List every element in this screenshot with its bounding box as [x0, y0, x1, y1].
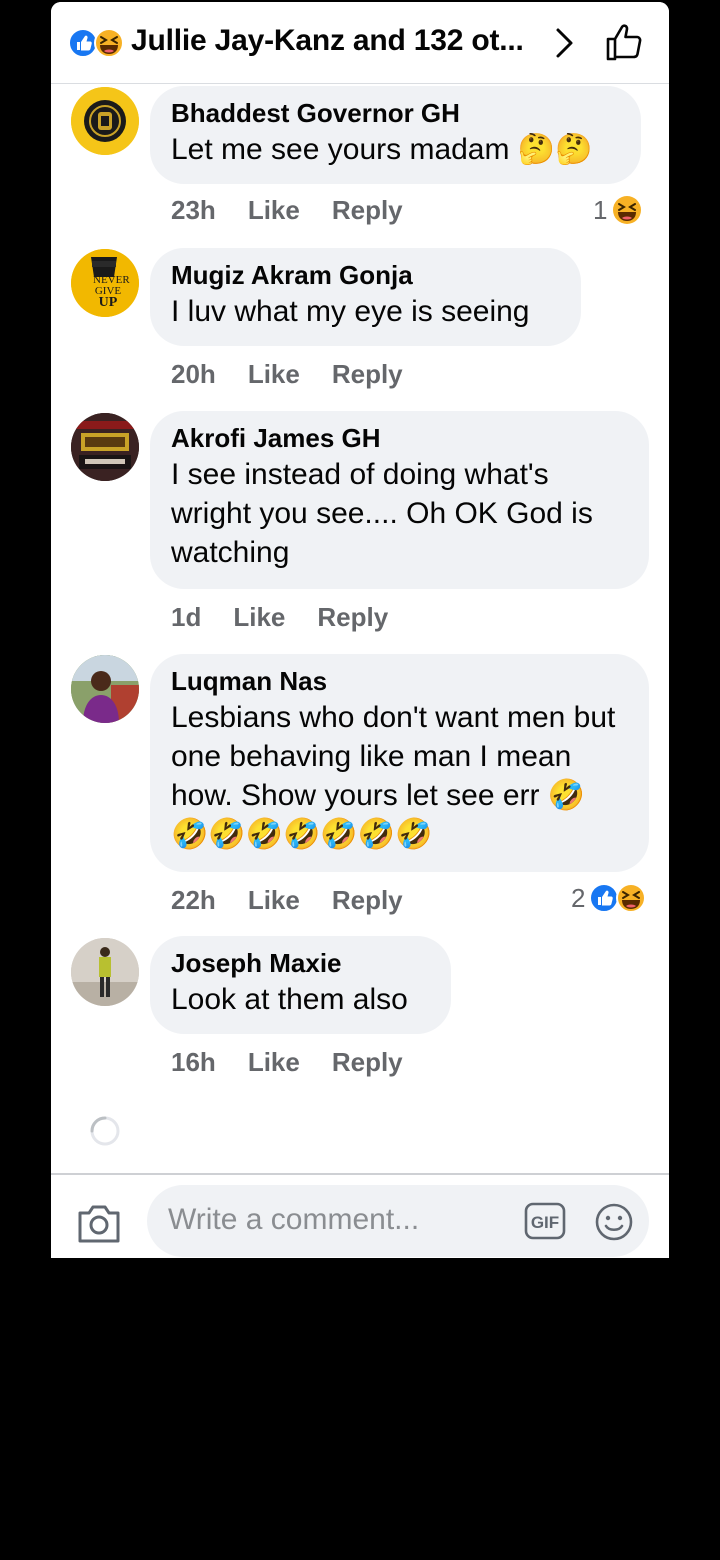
- comment-bubble[interactable]: Bhaddest Governor GH Let me see yours ma…: [150, 86, 641, 184]
- avatar[interactable]: NEVER GIVE UP: [71, 249, 139, 317]
- avatar[interactable]: [71, 938, 139, 1006]
- comment-actions: 20h Like Reply: [171, 359, 435, 390]
- commenter-name[interactable]: Mugiz Akram Gonja: [171, 258, 561, 292]
- comment-bubble[interactable]: Joseph Maxie Look at them also: [150, 936, 451, 1034]
- comment-text: Let me see yours madam 🤔🤔: [171, 133, 593, 166]
- reply-action[interactable]: Reply: [332, 885, 403, 915]
- reply-action[interactable]: Reply: [332, 1047, 403, 1077]
- comment-actions: 23h Like Reply: [171, 195, 435, 226]
- comment-time[interactable]: 20h: [171, 359, 216, 389]
- comment-text: I see instead of doing what's wright you…: [171, 458, 593, 569]
- avatar-photo-image: [71, 938, 139, 1006]
- svg-text:GIF: GIF: [531, 1213, 559, 1232]
- commenter-name[interactable]: Akrofi James GH: [171, 421, 629, 455]
- reaction-count[interactable]: 2: [571, 882, 647, 914]
- comment-actions: 16h Like Reply: [171, 1047, 435, 1078]
- chevron-right-icon[interactable]: [549, 26, 579, 60]
- reactions-summary-title[interactable]: Jullie Jay-Kanz and 132 ot...: [131, 24, 524, 58]
- comment-time[interactable]: 1d: [171, 602, 201, 632]
- comment-input[interactable]: Write a comment... GIF: [147, 1185, 649, 1257]
- haha-icon: [616, 883, 647, 913]
- comment-text: Look at them also: [171, 983, 408, 1016]
- like-icon: [68, 28, 98, 58]
- like-action[interactable]: Like: [233, 602, 285, 632]
- like-action[interactable]: Like: [248, 1047, 300, 1077]
- header-reactions-icons: [68, 28, 124, 58]
- comment-input-placeholder[interactable]: Write a comment...: [168, 1203, 419, 1237]
- reply-action[interactable]: Reply: [332, 195, 403, 225]
- comment-time[interactable]: 22h: [171, 885, 216, 915]
- avatar[interactable]: [71, 87, 139, 155]
- comment-time[interactable]: 23h: [171, 195, 216, 225]
- haha-icon: [94, 28, 124, 58]
- commenter-name[interactable]: Luqman Nas: [171, 664, 629, 698]
- reply-action[interactable]: Reply: [317, 602, 388, 632]
- like-action[interactable]: Like: [248, 885, 300, 915]
- haha-icon: [613, 196, 642, 224]
- comment-text: I luv what my eye is seeing: [171, 295, 530, 328]
- avatar[interactable]: [71, 413, 139, 481]
- avatar-caption: NEVER GIVE UP: [93, 274, 130, 310]
- composer-divider: [51, 1173, 669, 1175]
- comments-screen: Jullie Jay-Kanz and 132 ot... Bhaddest G…: [51, 2, 669, 1258]
- avatar-crest-image: [71, 87, 139, 155]
- avatar[interactable]: [71, 655, 139, 723]
- like-action[interactable]: Like: [248, 195, 300, 225]
- comment-text: Lesbians who don't want men but one beha…: [171, 701, 616, 851]
- avatar-photo-image: [71, 655, 139, 723]
- comment-time[interactable]: 16h: [171, 1047, 216, 1077]
- comment-actions: 22h Like Reply: [171, 885, 435, 916]
- reaction-count-number: 2: [571, 882, 586, 913]
- like-action[interactable]: Like: [248, 359, 300, 389]
- comment-bubble[interactable]: Luqman Nas Lesbians who don't want men b…: [150, 654, 649, 872]
- avatar-poster-image: [71, 413, 139, 481]
- reaction-icons: [589, 883, 647, 913]
- reaction-count[interactable]: 1: [593, 194, 643, 226]
- emoji-smile-icon[interactable]: [594, 1202, 634, 1242]
- reaction-count-number: 1: [593, 194, 608, 225]
- gif-icon[interactable]: GIF: [524, 1202, 566, 1240]
- commenter-name[interactable]: Joseph Maxie: [171, 946, 431, 980]
- commenter-name[interactable]: Bhaddest Governor GH: [171, 96, 621, 130]
- loading-spinner-icon: [90, 1116, 120, 1146]
- camera-icon[interactable]: [76, 1201, 122, 1245]
- comment-bubble[interactable]: Akrofi James GH I see instead of doing w…: [150, 411, 649, 589]
- reactions-header[interactable]: Jullie Jay-Kanz and 132 ot...: [51, 2, 669, 84]
- like-outline-icon[interactable]: [601, 20, 645, 64]
- comment-bubble[interactable]: Mugiz Akram Gonja I luv what my eye is s…: [150, 248, 581, 346]
- like-icon: [589, 883, 620, 913]
- comment-actions: 1d Like Reply: [171, 602, 420, 633]
- reply-action[interactable]: Reply: [332, 359, 403, 389]
